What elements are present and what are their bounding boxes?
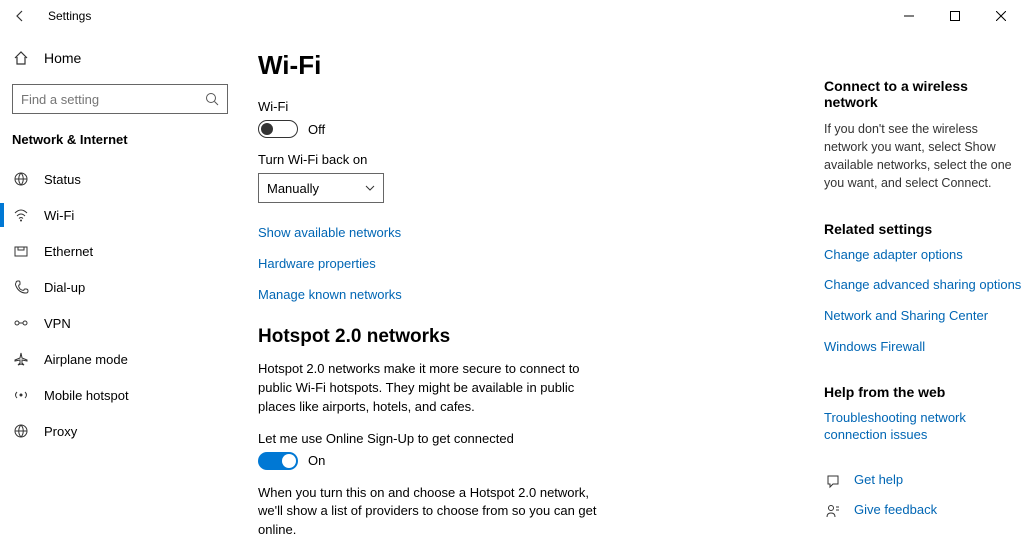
home-icon (12, 49, 30, 67)
maximize-button[interactable] (932, 0, 978, 32)
airplane-icon (12, 350, 30, 368)
search-icon (205, 92, 219, 106)
hotspot-icon (12, 386, 30, 404)
close-icon (996, 11, 1006, 21)
chevron-down-icon (365, 183, 375, 193)
give-feedback-label: Give feedback (854, 502, 937, 519)
sidebar-item-wifi[interactable]: Wi-Fi (0, 197, 240, 233)
signup-label: Let me use Online Sign-Up to get connect… (258, 431, 778, 446)
link-network-sharing-center[interactable]: Network and Sharing Center (824, 308, 1024, 325)
sidebar-item-label: Airplane mode (44, 352, 128, 367)
signup-description: When you turn this on and choose a Hotsp… (258, 484, 598, 541)
wifi-toggle[interactable] (258, 120, 298, 138)
sidebar-home-label: Home (44, 50, 81, 66)
signup-toggle-state: On (308, 453, 325, 468)
sidebar-home[interactable]: Home (0, 40, 240, 76)
page-title: Wi-Fi (258, 50, 778, 81)
link-adapter-options[interactable]: Change adapter options (824, 247, 1024, 264)
turnback-value: Manually (267, 181, 319, 196)
link-show-networks[interactable]: Show available networks (258, 225, 778, 240)
vpn-icon (12, 314, 30, 332)
app-title: Settings (48, 9, 91, 23)
sidebar-item-vpn[interactable]: VPN (0, 305, 240, 341)
ethernet-icon (12, 242, 30, 260)
related-heading: Related settings (824, 221, 1024, 237)
link-hardware-properties[interactable]: Hardware properties (258, 256, 778, 271)
status-icon (12, 170, 30, 188)
sidebar-item-ethernet[interactable]: Ethernet (0, 233, 240, 269)
wifi-icon (12, 206, 30, 224)
wifi-toggle-state: Off (308, 122, 325, 137)
sidebar-item-airplane[interactable]: Airplane mode (0, 341, 240, 377)
proxy-icon (12, 422, 30, 440)
get-help-label: Get help (854, 472, 903, 489)
help-icon (824, 472, 842, 490)
sidebar-item-label: Ethernet (44, 244, 93, 259)
turnback-label: Turn Wi-Fi back on (258, 152, 778, 167)
sidebar-item-dialup[interactable]: Dial-up (0, 269, 240, 305)
minimize-icon (904, 11, 914, 21)
link-windows-firewall[interactable]: Windows Firewall (824, 339, 1024, 356)
hotspot-heading: Hotspot 2.0 networks (258, 326, 778, 348)
link-troubleshoot-network[interactable]: Troubleshooting network connection issue… (824, 410, 1024, 444)
sidebar-item-label: Proxy (44, 424, 77, 439)
sidebar-section-header: Network & Internet (0, 126, 240, 161)
hotspot-description: Hotspot 2.0 networks make it more secure… (258, 360, 598, 417)
sidebar-item-label: Wi-Fi (44, 208, 74, 223)
link-sharing-options[interactable]: Change advanced sharing options (824, 277, 1024, 294)
wifi-toggle-label: Wi-Fi (258, 99, 778, 114)
help-heading: Help from the web (824, 384, 1024, 400)
maximize-icon (950, 11, 960, 21)
sidebar-item-status[interactable]: Status (0, 161, 240, 197)
dialup-icon (12, 278, 30, 296)
back-button[interactable] (8, 4, 32, 28)
search-input[interactable] (12, 84, 228, 114)
sidebar-item-label: Mobile hotspot (44, 388, 129, 403)
link-manage-known[interactable]: Manage known networks (258, 287, 778, 302)
sidebar-item-hotspot[interactable]: Mobile hotspot (0, 377, 240, 413)
arrow-left-icon (13, 9, 27, 23)
close-button[interactable] (978, 0, 1024, 32)
sidebar-item-label: Dial-up (44, 280, 85, 295)
feedback-icon (824, 502, 842, 520)
give-feedback-row[interactable]: Give feedback (824, 502, 1024, 520)
turnback-dropdown[interactable]: Manually (258, 173, 384, 203)
search-field[interactable] (21, 92, 205, 107)
sidebar-item-label: Status (44, 172, 81, 187)
connect-description: If you don't see the wireless network yo… (824, 120, 1024, 193)
signup-toggle[interactable] (258, 452, 298, 470)
sidebar-item-proxy[interactable]: Proxy (0, 413, 240, 449)
sidebar: Home Network & Internet Status Wi-Fi Eth… (0, 32, 240, 546)
sidebar-item-label: VPN (44, 316, 71, 331)
minimize-button[interactable] (886, 0, 932, 32)
connect-heading: Connect to a wireless network (824, 78, 1024, 110)
get-help-row[interactable]: Get help (824, 472, 1024, 490)
